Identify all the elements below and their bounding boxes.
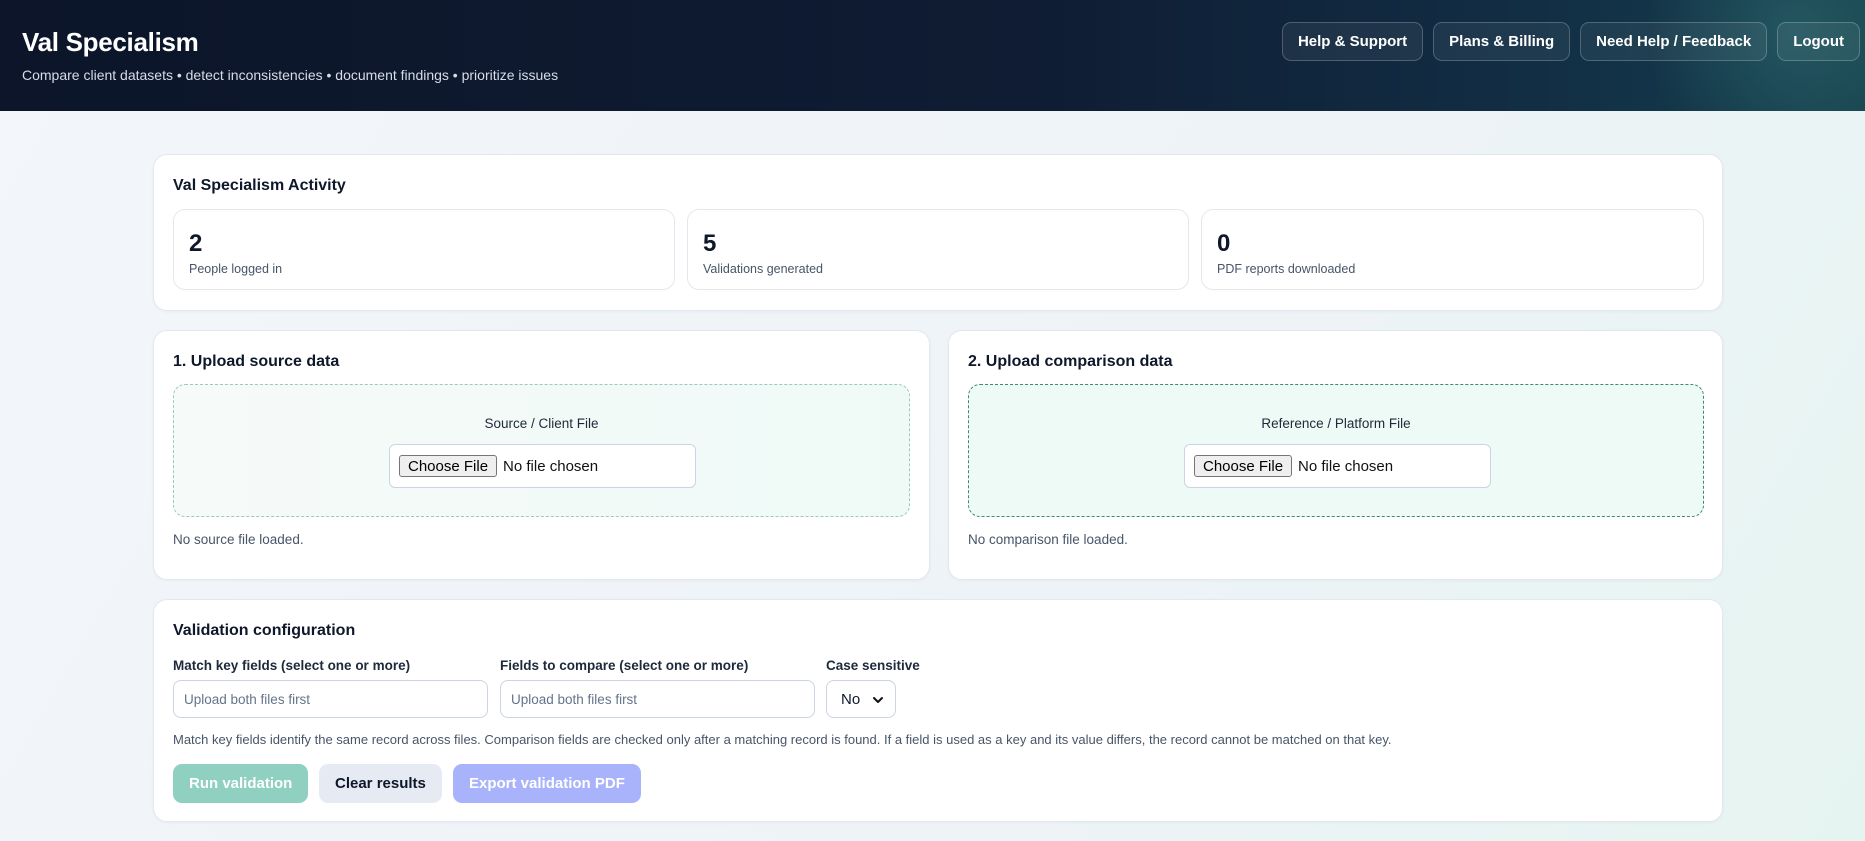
activity-card: Val Specialism Activity 2 People logged …: [153, 154, 1723, 311]
source-dropzone[interactable]: Source / Client File Choose File No file…: [173, 384, 910, 517]
stat-pdf-reports: 0 PDF reports downloaded: [1201, 209, 1704, 290]
config-help-text: Match key fields identify the same recor…: [173, 732, 1392, 747]
stat-label: People logged in: [189, 262, 283, 276]
source-status-text: No source file loaded.: [173, 532, 304, 547]
compare-fields-input[interactable]: [500, 680, 815, 718]
header-nav: Help & Support Plans & Billing Need Help…: [1281, 22, 1860, 61]
case-sensitive-value: No: [841, 690, 861, 708]
export-pdf-button[interactable]: Export validation PDF: [453, 764, 641, 803]
app-title: Val Specialism: [22, 27, 199, 57]
stat-validations-generated: 5 Validations generated: [687, 209, 1189, 290]
chevron-down-icon: [873, 697, 883, 703]
stat-value: 0: [1217, 230, 1231, 257]
case-sensitive-label: Case sensitive: [826, 658, 920, 673]
config-title: Validation configuration: [173, 622, 356, 639]
source-dropzone-label: Source / Client File: [484, 416, 599, 431]
comparison-choose-file-button[interactable]: Choose File: [1194, 455, 1293, 477]
source-choose-file-button[interactable]: Choose File: [399, 455, 498, 477]
run-validation-button[interactable]: Run validation: [173, 764, 309, 803]
comparison-dropzone-label: Reference / Platform File: [1261, 416, 1411, 431]
feedback-button[interactable]: Need Help / Feedback: [1580, 22, 1768, 61]
app-subtitle: Compare client datasets • detect inconsi…: [22, 67, 559, 83]
stat-people-logged-in: 2 People logged in: [173, 209, 675, 290]
validation-config-card: Validation configuration Match key field…: [153, 599, 1723, 822]
app-header: Val Specialism Compare client datasets •…: [0, 0, 1865, 111]
stat-value: 2: [189, 230, 203, 257]
clear-results-button[interactable]: Clear results: [319, 764, 442, 803]
comparison-file-status: No file chosen: [1298, 457, 1394, 475]
stat-label: PDF reports downloaded: [1217, 262, 1356, 276]
source-file-input[interactable]: Choose File No file chosen: [389, 444, 696, 488]
compare-fields-label: Fields to compare (select one or more): [500, 658, 749, 673]
comparison-file-input[interactable]: Choose File No file chosen: [1184, 444, 1491, 488]
match-key-input[interactable]: [173, 680, 488, 718]
comparison-dropzone[interactable]: Reference / Platform File Choose File No…: [968, 384, 1704, 517]
plans-billing-button[interactable]: Plans & Billing: [1433, 22, 1571, 61]
source-file-status: No file chosen: [503, 457, 599, 475]
stat-label: Validations generated: [703, 262, 823, 276]
source-upload-title: 1. Upload source data: [173, 353, 340, 370]
source-upload-card: 1. Upload source data Source / Client Fi…: [153, 330, 930, 580]
comparison-upload-title: 2. Upload comparison data: [968, 353, 1173, 370]
comparison-upload-card: 2. Upload comparison data Reference / Pl…: [948, 330, 1723, 580]
comparison-status-text: No comparison file loaded.: [968, 532, 1128, 547]
help-support-button[interactable]: Help & Support: [1281, 22, 1424, 61]
logout-button[interactable]: Logout: [1777, 22, 1860, 61]
case-sensitive-select[interactable]: No: [826, 680, 896, 718]
stat-value: 5: [703, 230, 717, 257]
activity-title: Val Specialism Activity: [173, 177, 346, 194]
match-key-label: Match key fields (select one or more): [173, 658, 411, 673]
